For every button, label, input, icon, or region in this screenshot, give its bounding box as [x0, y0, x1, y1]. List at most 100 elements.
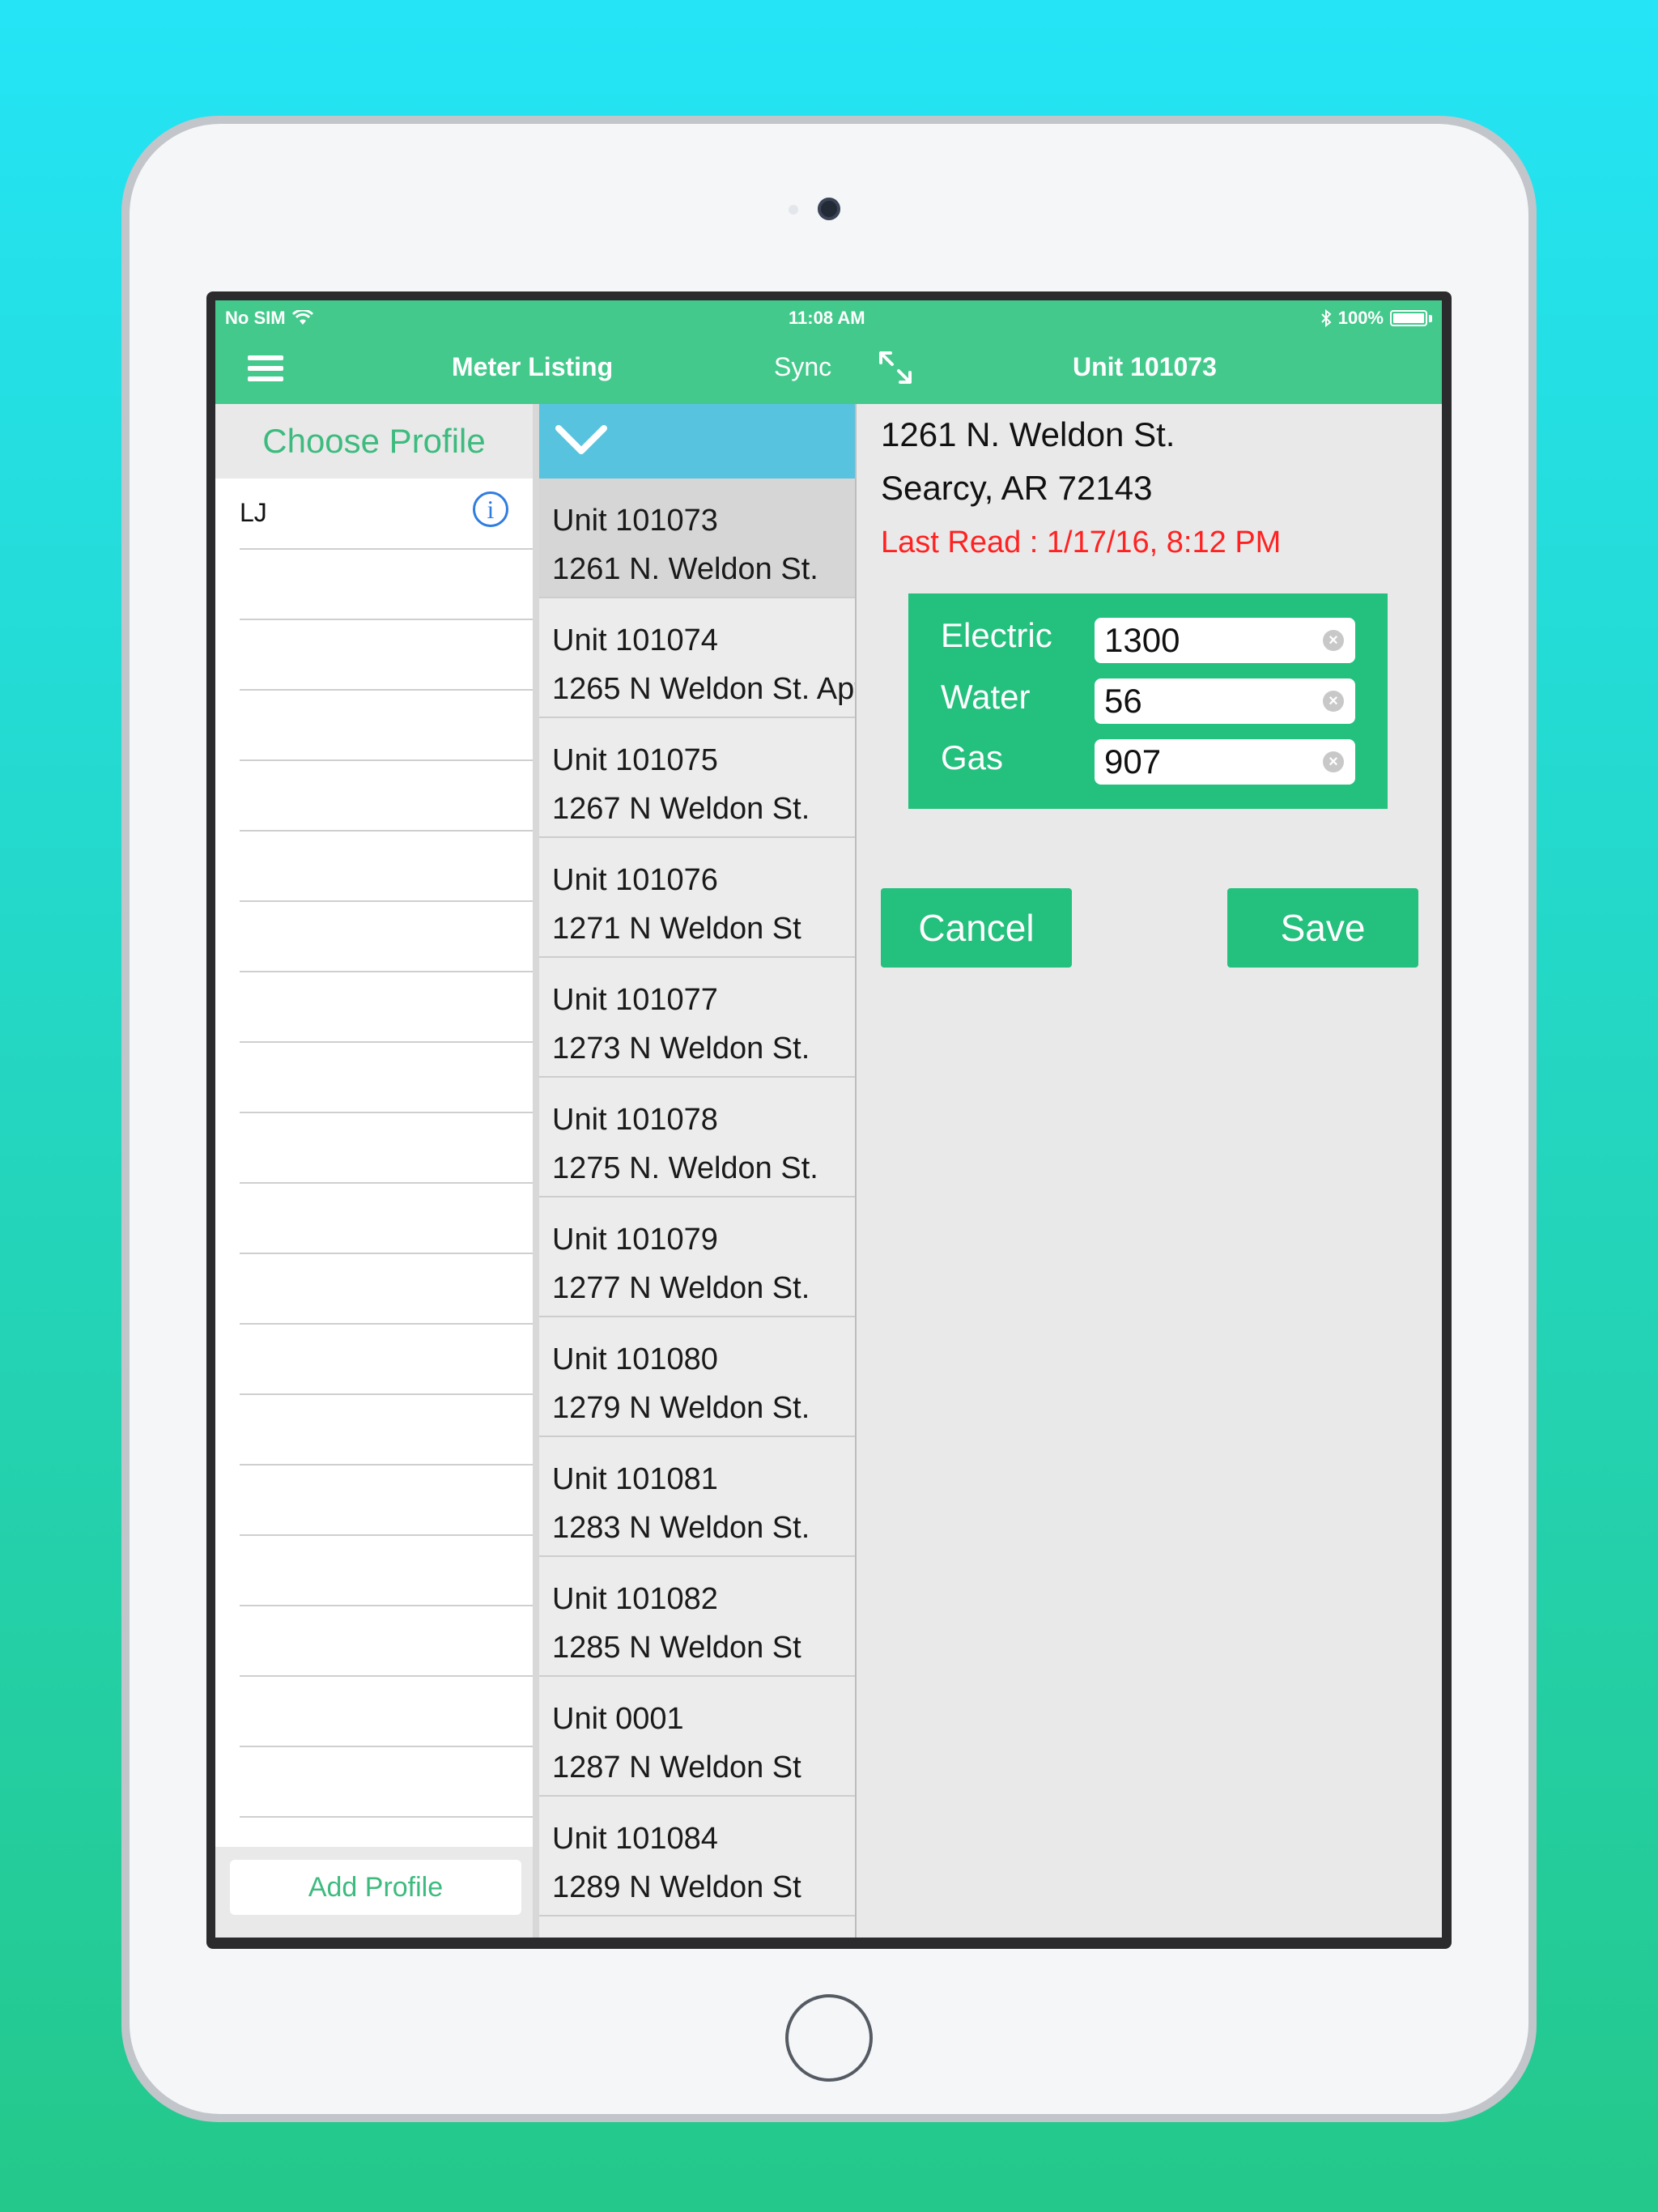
water-input[interactable]: 56 ×	[1095, 678, 1355, 724]
profile-row-separator	[240, 1182, 533, 1184]
unit-row[interactable]: Unit 101081 1283 N Weldon St.	[539, 1437, 855, 1557]
address-line-1: 1261 N. Weldon St.	[881, 415, 1175, 453]
unit-row[interactable]: Unit 101082 1285 N Weldon St	[539, 1557, 855, 1677]
profile-row-separator	[240, 759, 533, 761]
carrier-label: No SIM	[225, 308, 286, 328]
unit-address: 1273 N Weldon St.	[552, 1032, 810, 1066]
unit-number: Unit 101081	[552, 1462, 718, 1496]
water-value: 56	[1104, 682, 1142, 720]
profile-row-separator	[240, 830, 533, 832]
unit-row[interactable]: Unit 101075 1267 N Weldon St.	[539, 718, 855, 838]
profile-row-separator	[240, 1323, 533, 1325]
detail-title: Unit 101073	[1073, 352, 1217, 381]
profile-row-separator	[240, 689, 533, 691]
profile-row-separator	[240, 1746, 533, 1747]
electric-input[interactable]: 1300 ×	[1095, 618, 1355, 663]
profile-row-separator	[240, 1464, 533, 1465]
profile-row-separator	[240, 548, 533, 550]
battery-icon	[1390, 310, 1427, 326]
unit-row[interactable]: Unit 101080 1279 N Weldon St.	[539, 1317, 855, 1437]
status-bar: No SIM 11:08 AM 100%	[215, 300, 1442, 333]
electric-label: Electric	[941, 616, 1052, 654]
unit-number: Unit 101079	[552, 1223, 718, 1257]
unit-number: Unit 101080	[552, 1342, 718, 1376]
profile-panel: Choose Profile LJ i Add Profile	[215, 404, 533, 1938]
profile-row-separator	[240, 900, 533, 902]
profile-row-separator	[240, 1112, 533, 1113]
unit-address: 1285 N Weldon St	[552, 1631, 801, 1665]
save-button[interactable]: Save	[1227, 888, 1418, 968]
unit-number: Unit 101078	[552, 1103, 718, 1137]
unit-detail-panel: 1261 N. Weldon St. Searcy, AR 72143 Last…	[857, 404, 1442, 1938]
gas-input[interactable]: 907 ×	[1095, 739, 1355, 785]
clear-icon[interactable]: ×	[1323, 691, 1344, 712]
unit-address: 1289 N Weldon St	[552, 1870, 801, 1904]
front-camera	[818, 198, 840, 220]
profile-row-separator	[240, 619, 533, 620]
nav-title: Meter Listing	[452, 352, 614, 381]
clear-icon[interactable]: ×	[1323, 630, 1344, 651]
water-label: Water	[941, 678, 1031, 716]
column-divider	[533, 404, 539, 1938]
profile-item-label[interactable]: LJ	[240, 498, 267, 528]
expand-icon[interactable]	[878, 350, 913, 385]
unit-row[interactable]: Unit 0001 1287 N Weldon St	[539, 1677, 855, 1797]
unit-number: Unit 101076	[552, 863, 718, 897]
gas-value: 907	[1104, 742, 1162, 781]
unit-address: 1283 N Weldon St.	[552, 1511, 810, 1545]
info-icon[interactable]: i	[473, 491, 508, 527]
profile-row-separator	[240, 1041, 533, 1043]
profile-row-separator	[240, 1253, 533, 1254]
chevron-down-icon[interactable]	[554, 420, 609, 461]
unit-row[interactable]: Unit 101073 1261 N. Weldon St.	[539, 479, 855, 598]
unit-row[interactable]: Unit 101084 1289 N Weldon St	[539, 1797, 855, 1916]
unit-number: Unit 101073	[552, 504, 718, 538]
unit-row[interactable]: Unit 101077 1273 N Weldon St.	[539, 958, 855, 1078]
navigation-bar: No SIM 11:08 AM 100% Meter Listing Sync …	[215, 300, 1442, 404]
battery-percent: 100%	[1337, 308, 1384, 328]
address-line-2: Searcy, AR 72143	[881, 469, 1153, 507]
cancel-button[interactable]: Cancel	[881, 888, 1072, 968]
unit-list: Unit 101073 1261 N. Weldon St. Unit 101074…	[539, 479, 855, 1916]
sensor-dot	[789, 205, 798, 215]
profile-row-separator	[240, 1605, 533, 1606]
hamburger-menu-icon[interactable]	[248, 355, 283, 381]
profile-row-separator	[240, 1816, 533, 1818]
sync-button[interactable]: Sync	[774, 352, 831, 382]
status-time: 11:08 AM	[789, 308, 865, 328]
unit-address: 1271 N Weldon St	[552, 912, 801, 946]
app-screen: No SIM 11:08 AM 100% Meter Listing Sync …	[215, 300, 1442, 1938]
home-button[interactable]	[785, 1994, 873, 2082]
unit-address: 1277 N Weldon St.	[552, 1271, 810, 1305]
gas-label: Gas	[941, 738, 1004, 776]
choose-profile-header: Choose Profile	[215, 404, 533, 479]
profile-row-separator	[240, 1393, 533, 1395]
unit-row[interactable]: Unit 101076 1271 N Weldon St	[539, 838, 855, 958]
unit-number: Unit 101074	[552, 623, 718, 657]
unit-number: Unit 101075	[552, 743, 718, 777]
battery-tip	[1429, 314, 1432, 322]
unit-number: Unit 101084	[552, 1822, 718, 1856]
electric-value: 1300	[1104, 621, 1180, 659]
unit-list-panel: Unit 101073 1261 N. Weldon St. Unit 101074…	[539, 404, 855, 1938]
unit-number: Unit 0001	[552, 1702, 684, 1736]
unit-row[interactable]: Unit 101074 1265 N Weldon St. Apt	[539, 598, 855, 718]
unit-row[interactable]: Unit 101079 1277 N Weldon St.	[539, 1197, 855, 1317]
clear-icon[interactable]: ×	[1323, 751, 1344, 772]
profile-row-separator	[240, 971, 533, 972]
unit-number: Unit 101082	[552, 1582, 718, 1616]
last-read-label: Last Read : 1/17/16, 8:12 PM	[881, 525, 1282, 559]
unit-number: Unit 101077	[552, 983, 718, 1017]
unit-address: 1265 N Weldon St. Apt	[552, 672, 855, 706]
profile-row-separator	[240, 1534, 533, 1536]
list-collapse-header[interactable]	[539, 404, 855, 479]
add-profile-button[interactable]: Add Profile	[230, 1860, 521, 1915]
unit-address: 1275 N. Weldon St.	[552, 1151, 818, 1185]
unit-address: 1287 N Weldon St	[552, 1750, 801, 1784]
meter-readings-box: Electric 1300 × Water 56 × Gas 907 ×	[908, 593, 1388, 809]
unit-row[interactable]: Unit 101078 1275 N. Weldon St.	[539, 1078, 855, 1197]
unit-address: 1267 N Weldon St.	[552, 792, 810, 826]
unit-address: 1261 N. Weldon St.	[552, 552, 818, 586]
profile-footer: Add Profile	[215, 1847, 533, 1938]
unit-address: 1279 N Weldon St.	[552, 1391, 810, 1425]
